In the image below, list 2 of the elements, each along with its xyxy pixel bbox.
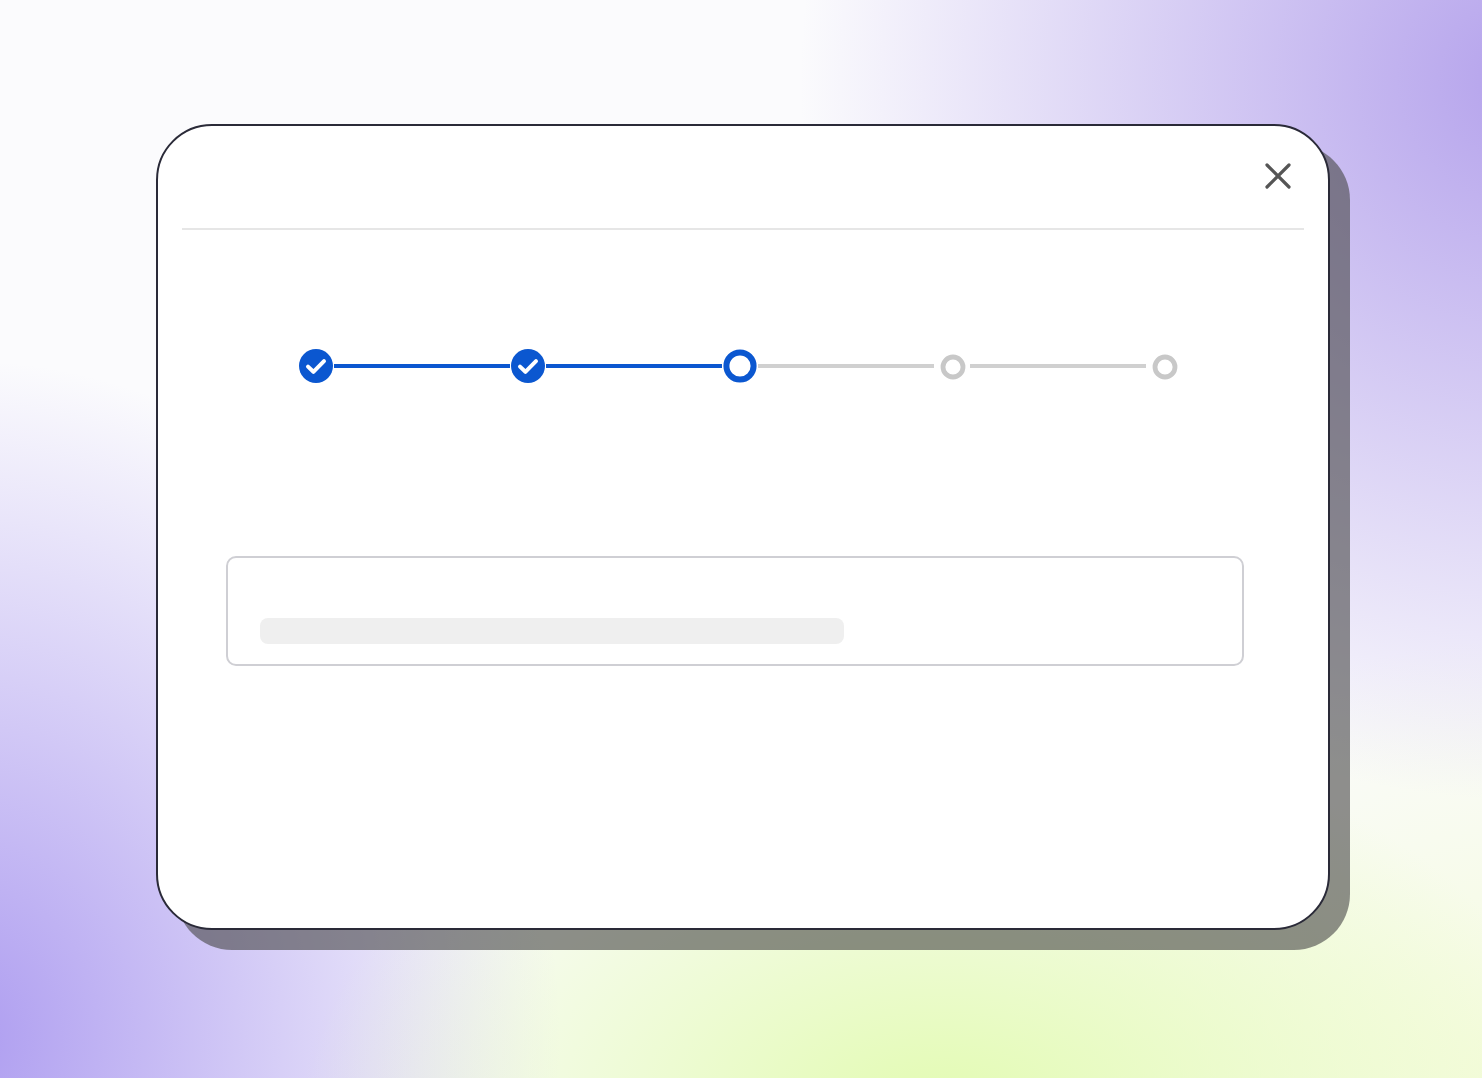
close-icon[interactable]	[1264, 161, 1292, 189]
input-field[interactable]	[226, 556, 1244, 666]
